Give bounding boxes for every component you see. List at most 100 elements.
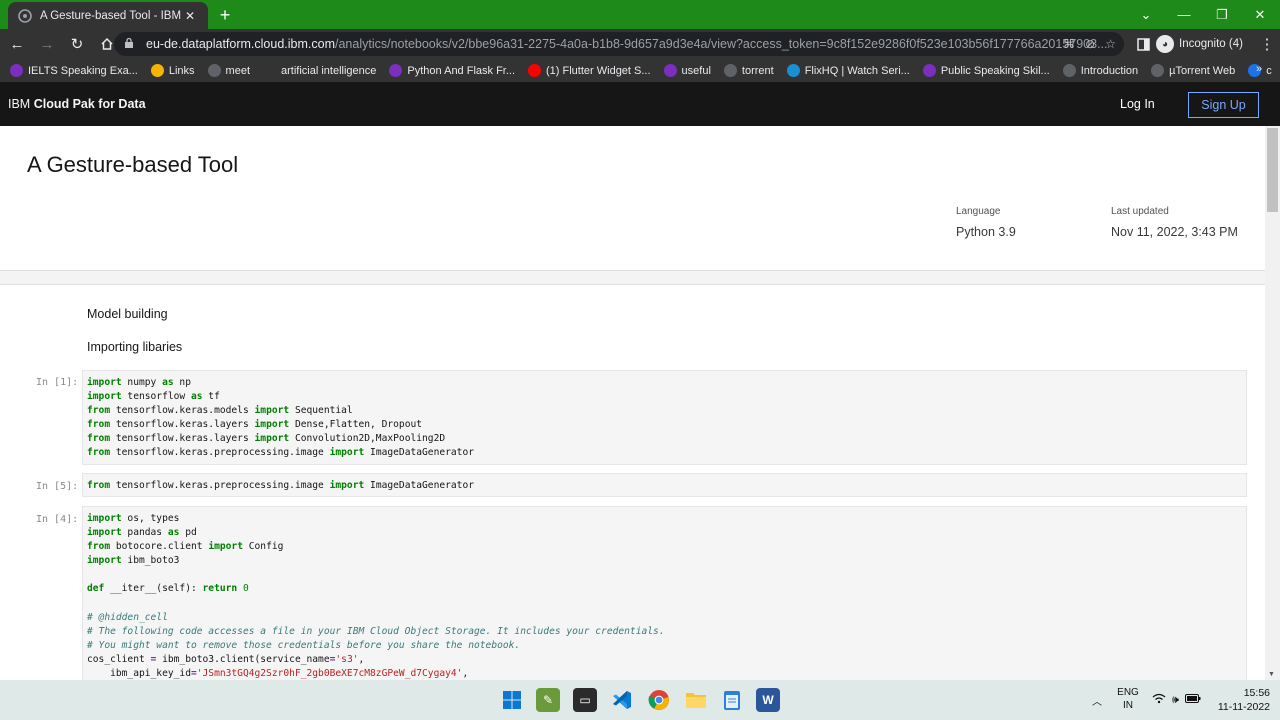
maximize-icon[interactable]: ❐ xyxy=(1203,0,1241,29)
wifi-icon xyxy=(1152,693,1166,707)
tab-title: A Gesture-based Tool - IBM Clou xyxy=(40,9,182,22)
scrollbar-thumb[interactable] xyxy=(1267,128,1278,212)
bookmark-item[interactable]: Links xyxy=(150,64,195,77)
taskbar-clock[interactable]: 15:56 11-11-2022 xyxy=(1214,686,1270,714)
omnibox-actions: ⌘ ⊘ ☆ xyxy=(1063,32,1116,56)
vscode-icon[interactable] xyxy=(610,688,634,712)
markdown-model-building: Model building xyxy=(87,307,168,321)
bookmark-item[interactable]: torrent xyxy=(723,64,774,77)
bookmark-favicon-icon xyxy=(1062,64,1076,77)
bookmark-label: (1) Flutter Widget S... xyxy=(546,64,651,77)
back-icon[interactable]: ← xyxy=(4,31,30,57)
bookmark-item[interactable]: Public Speaking Skil... xyxy=(922,64,1050,77)
chrome-icon[interactable] xyxy=(647,688,671,712)
minimize-icon[interactable]: — xyxy=(1165,0,1203,29)
system-tray[interactable]: 🕪 xyxy=(1152,680,1201,720)
bookmark-label: µTorrent Web xyxy=(1169,64,1236,77)
lock-icon xyxy=(124,37,136,52)
bookmarks-overflow-icon[interactable]: » xyxy=(1256,63,1262,75)
url-host: eu-de.dataplatform.cloud.ibm.com xyxy=(146,37,335,51)
bookmark-favicon-icon xyxy=(922,64,936,77)
word-icon[interactable]: W xyxy=(756,688,780,712)
bookmark-item[interactable]: Introduction xyxy=(1062,64,1139,77)
notepad-icon[interactable] xyxy=(720,688,744,712)
ibm-favicon-icon xyxy=(18,8,32,23)
bookmark-item[interactable]: µTorrent Web xyxy=(1151,64,1235,77)
side-panel-icon[interactable] xyxy=(1130,31,1156,57)
bookmark-favicon-icon xyxy=(1151,64,1165,77)
bookmark-item[interactable]: Python And Flask Fr... xyxy=(389,64,515,77)
tracking-blocked-icon[interactable]: ⊘ xyxy=(1085,37,1095,51)
tray-chevron-icon[interactable]: ︿ xyxy=(1092,680,1102,720)
app-icon-editor[interactable]: ✎ xyxy=(536,688,560,712)
bookmark-favicon-icon xyxy=(10,64,23,77)
language-meta: Language Python 3.9 xyxy=(956,206,1016,239)
clock-time: 15:56 xyxy=(1243,687,1270,699)
bookmark-label: Links xyxy=(168,64,195,77)
ibm-header: IBM Cloud Pak for Data Log In Sign Up xyxy=(0,82,1280,126)
windows-start-icon[interactable] xyxy=(500,688,524,712)
battery-icon xyxy=(1184,694,1201,706)
reload-icon[interactable]: ↻ xyxy=(64,31,90,57)
bookmarks-bar: IELTS Speaking Exa... Links meet artificial… xyxy=(0,59,1280,82)
bookmark-item[interactable]: FlixHQ | Watch Seri... xyxy=(786,64,910,77)
page-scrollbar[interactable]: ▼ xyxy=(1265,126,1280,680)
tab-search-icon[interactable]: ⌄ xyxy=(1127,0,1165,29)
incognito-profile[interactable]: ◕ Incognito (4) xyxy=(1156,32,1243,56)
bookmark-item[interactable]: artificial intelligence xyxy=(263,64,376,77)
language-label: Language xyxy=(956,206,1001,217)
cell-prompt-1: In [1]: xyxy=(36,377,79,388)
terminal-icon[interactable]: ▭ xyxy=(573,688,597,712)
bookmark-item[interactable]: (1) Flutter Widget S... xyxy=(528,64,651,77)
signup-button[interactable]: Sign Up xyxy=(1188,92,1259,118)
bookmark-favicon-icon xyxy=(528,64,542,77)
url-path: /analytics/notebooks/v2/bbe96a31-2275-4a… xyxy=(334,37,1108,51)
scroll-down-icon[interactable]: ▼ xyxy=(1268,671,1275,678)
profile-label: Incognito (4) xyxy=(1179,38,1243,50)
notebook-page: A Gesture-based Tool Language Python 3.9… xyxy=(0,126,1265,680)
browser-tab-active[interactable]: A Gesture-based Tool - IBM Clou ✕ xyxy=(8,2,208,29)
browser-toolbar: ← → ↻ eu-de.dataplatform.cloud.ibm.com /… xyxy=(0,29,1280,59)
translate-icon[interactable]: ⌘ xyxy=(1063,37,1075,51)
bookmark-favicon-icon xyxy=(389,64,403,77)
updated-value: Nov 11, 2022, 3:43 PM xyxy=(1111,225,1238,239)
bookmark-favicon-icon xyxy=(263,64,277,77)
bookmark-label: artificial intelligence xyxy=(281,64,377,77)
bookmark-label: torrent xyxy=(741,64,774,77)
bookmark-label: Python And Flask Fr... xyxy=(407,64,516,77)
window-close-icon[interactable]: ✕ xyxy=(1241,0,1279,29)
lang-bottom: IN xyxy=(1123,700,1133,711)
markdown-importing: Importing libaries xyxy=(87,340,183,354)
file-explorer-icon[interactable] xyxy=(684,688,708,712)
brand-name: Cloud Pak for Data xyxy=(33,97,146,111)
windows-taskbar: ✎ ▭ W ︿ ENG IN 🕪 15:56 11-11-2022 xyxy=(0,680,1280,720)
volume-icon: 🕪 xyxy=(1172,693,1179,706)
forward-icon[interactable]: → xyxy=(34,31,60,57)
code-cell-2[interactable]: from tensorflow.keras.preprocessing.imag… xyxy=(82,473,1247,497)
bookmark-label: c xyxy=(1266,64,1272,77)
bookmark-label: useful xyxy=(681,64,711,77)
login-link[interactable]: Log In xyxy=(1120,97,1155,111)
new-tab-button[interactable]: + xyxy=(214,4,236,26)
cell-prompt-2: In [5]: xyxy=(36,481,79,492)
bookmark-label: Introduction xyxy=(1080,64,1139,77)
tab-close-icon[interactable]: ✕ xyxy=(182,8,198,24)
page-title: A Gesture-based Tool xyxy=(27,152,239,177)
brand-logo[interactable]: IBM Cloud Pak for Data xyxy=(8,97,146,111)
language-indicator[interactable]: ENG IN xyxy=(1116,686,1140,712)
browser-menu-icon[interactable]: ⋮ xyxy=(1254,31,1280,57)
address-bar[interactable]: eu-de.dataplatform.cloud.ibm.com /analyt… xyxy=(114,32,1124,56)
bookmark-item[interactable]: IELTS Speaking Exa... xyxy=(10,64,138,77)
clock-date: 11-11-2022 xyxy=(1217,701,1270,713)
bookmark-item[interactable]: meet xyxy=(207,64,251,77)
code-cell-3[interactable]: import os, types import pandas as pd fro… xyxy=(82,506,1247,680)
cell-prompt-3: In [4]: xyxy=(36,514,79,525)
language-value: Python 3.9 xyxy=(956,225,1016,239)
bookmark-label: meet xyxy=(225,64,251,77)
code-cell-1[interactable]: import numpy as np import tensorflow as … xyxy=(82,370,1247,465)
bookmark-item[interactable]: useful xyxy=(663,64,711,77)
star-bookmark-icon[interactable]: ☆ xyxy=(1105,37,1116,51)
bookmark-favicon-icon xyxy=(786,64,800,77)
lang-top: ENG xyxy=(1117,687,1139,698)
updated-label: Last updated xyxy=(1111,206,1169,217)
